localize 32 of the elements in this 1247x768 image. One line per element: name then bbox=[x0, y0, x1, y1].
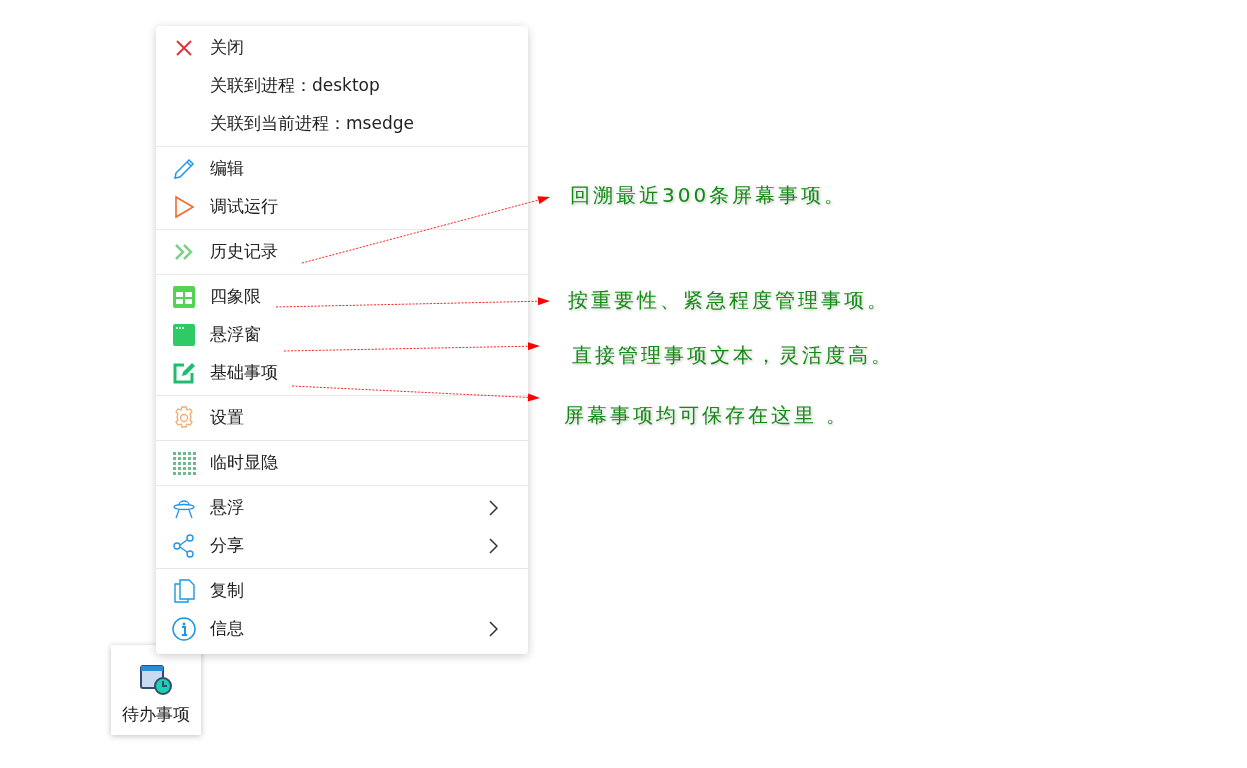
desktop-shortcut[interactable]: 待办事项 bbox=[111, 645, 201, 735]
window-icon bbox=[172, 323, 196, 347]
pencil-icon bbox=[172, 157, 196, 181]
info-icon bbox=[172, 617, 196, 641]
menu-item[interactable]: 编辑 bbox=[156, 150, 528, 188]
menu-item[interactable]: 调试运行 bbox=[156, 188, 528, 226]
close-icon bbox=[175, 39, 193, 57]
menu-item[interactable]: 临时显隐 bbox=[156, 444, 528, 482]
annotation-text: 回溯最近300条屏幕事项。 bbox=[570, 182, 848, 209]
dotted-grid-icon bbox=[172, 451, 196, 475]
grid-icon bbox=[172, 285, 196, 309]
copy-icon bbox=[172, 579, 196, 603]
menu-item[interactable]: 复制 bbox=[156, 572, 528, 610]
menu-item[interactable]: 关闭 bbox=[156, 29, 528, 67]
menu-item[interactable]: 关联到进程：desktop bbox=[156, 67, 528, 105]
edit-icon bbox=[172, 361, 196, 385]
annotation-text: 屏幕事项均可保存在这里 。 bbox=[564, 402, 850, 429]
menu-item[interactable]: 信息 bbox=[156, 610, 528, 648]
play-icon bbox=[172, 195, 196, 219]
annotation-text: 按重要性、紧急程度管理事项。 bbox=[568, 287, 890, 314]
menu-item[interactable]: 关联到当前进程：msedge bbox=[156, 105, 528, 143]
menu-item[interactable]: 设置 bbox=[156, 399, 528, 437]
share-icon bbox=[172, 534, 196, 558]
menu-item[interactable]: 基础事项 bbox=[156, 354, 528, 392]
menu-item[interactable]: 悬浮窗 bbox=[156, 316, 528, 354]
menu-item[interactable]: 分享 bbox=[156, 527, 528, 565]
annotation-text: 直接管理事项文本，灵活度高。 bbox=[572, 342, 894, 369]
menu-item[interactable]: 四象限 bbox=[156, 278, 528, 316]
menu-item[interactable]: 历史记录 bbox=[156, 233, 528, 271]
shortcut-label: 待办事项 bbox=[122, 702, 190, 726]
double-chevron-icon bbox=[174, 243, 194, 261]
menu-item[interactable]: 悬浮 bbox=[156, 489, 528, 527]
